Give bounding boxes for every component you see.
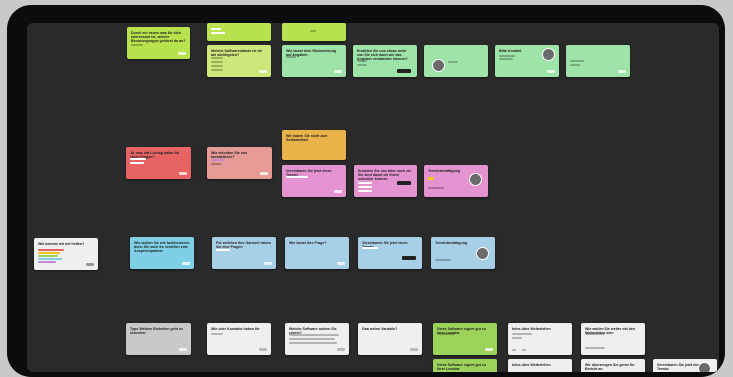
card-c24[interactable]: Welche Software nutzen Sie zuerst? — [285, 323, 349, 355]
card-c12[interactable]: Wir haben Sie nicht zum Softwareliste — [282, 130, 346, 160]
card-c8[interactable]: Bitte Kontakt — [495, 45, 559, 77]
card-c16[interactable]: Wie komme wir mit helfen? — [34, 238, 98, 270]
card-title: Terminbestätigung — [435, 241, 468, 245]
card-c1[interactable]: Durch ein neues was für dich interessant… — [127, 27, 190, 59]
card-c6[interactable]: Erzählen Sie uns etwas mehr von Sie sich… — [353, 45, 417, 77]
card-c7[interactable] — [424, 45, 488, 77]
card-c18[interactable]: Für welchen Ihre Garnnet haben Sie eine … — [212, 237, 276, 269]
card-c32[interactable]: Vereinbaren Sie jetzt einen Termin — [653, 359, 717, 372]
card-c31[interactable]: Wir überzeugen Sie gerne Ihr Bericht an — [581, 359, 645, 372]
card-title: Gaa meine Variable? — [362, 327, 398, 331]
avatar-icon — [698, 362, 711, 372]
card-title: Typo Weitere Einheiten geht es schneller — [130, 327, 183, 336]
card-c30[interactable]: Infos über Weiterleiten — [508, 359, 572, 372]
card-c11[interactable]: Wie möchten Sie uns kontaktieren? — [207, 147, 272, 179]
card-c25[interactable]: Gaa meine Variable? — [358, 323, 422, 355]
card-c21[interactable]: Terminbestätigung — [431, 237, 495, 269]
card-c13[interactable]: Vereinbaren Sie jetzt einen Termin — [282, 165, 346, 197]
avatar-icon — [542, 48, 555, 61]
card-title: Erstellen Sie uns bitte noch ein Sie sin… — [358, 169, 412, 182]
card-c9[interactable] — [566, 45, 630, 77]
avatar-icon — [432, 59, 445, 72]
card-c17[interactable]: Wie wollen Sie wie funktionieren denn Si… — [130, 237, 194, 269]
avatar-icon — [476, 247, 489, 260]
card-c3[interactable] — [282, 23, 346, 41]
whiteboard-canvas[interactable]: Durch ein neues was für dich interessant… — [27, 23, 719, 372]
card-c29[interactable]: Diese Software eignet gut zu Ihrer Leseb… — [433, 359, 497, 372]
card-title: Infos über Weiterleiten — [512, 327, 551, 331]
card-title: Wie oder Kontakte haben Ihr — [211, 327, 260, 331]
card-c26[interactable]: Diese Software eignet gut zu Ihrer Leseb… — [433, 323, 497, 355]
card-c2[interactable] — [207, 23, 271, 41]
card-c22[interactable]: Typo Weitere Einheiten geht es schneller — [126, 323, 191, 355]
card-title: Durch ein neues was für dich interessant… — [131, 31, 186, 44]
card-c28[interactable]: Wie wollen Sie weiter mit den Weiterleit… — [581, 323, 645, 355]
card-c5[interactable]: Wie lautet dein Rückmeldung auf Angaben — [282, 45, 346, 77]
card-c14[interactable]: Erstellen Sie uns bitte noch ein Sie sin… — [354, 165, 417, 197]
card-c19[interactable]: Wie lautet Ihre Frage? — [285, 237, 349, 269]
avatar-icon — [469, 173, 482, 186]
card-title: Wie lautet Ihre Frage? — [289, 241, 327, 245]
card-title: Wie komme wir mit helfen? — [38, 242, 85, 246]
card-c10[interactable]: Ja, was hat Lösung dabei für einen Frage… — [126, 147, 191, 179]
card-title: Wie wollen Sie wie funktionieren denn Si… — [134, 241, 190, 254]
card-c15[interactable]: Terminbestätigung — [424, 165, 488, 197]
card-c20[interactable]: Vereinbaren Sie jetzt einen Termin — [358, 237, 422, 269]
card-title: Wir haben Sie nicht zum Softwareliste — [286, 134, 328, 143]
card-c4[interactable]: Welche Softwarestände ist dir am wichtig… — [207, 45, 271, 77]
card-title: Wir überzeugen Sie gerne Ihr Bericht an — [585, 363, 635, 372]
card-c27[interactable]: Infos über Weiterleiten — [508, 323, 572, 355]
card-title: Diese Software eignet gut zu Ihrer Leseb… — [437, 363, 486, 372]
card-c23[interactable]: Wie oder Kontakte haben Ihr — [207, 323, 271, 355]
device-frame: Durch ein neues was für dich interessant… — [7, 5, 725, 377]
